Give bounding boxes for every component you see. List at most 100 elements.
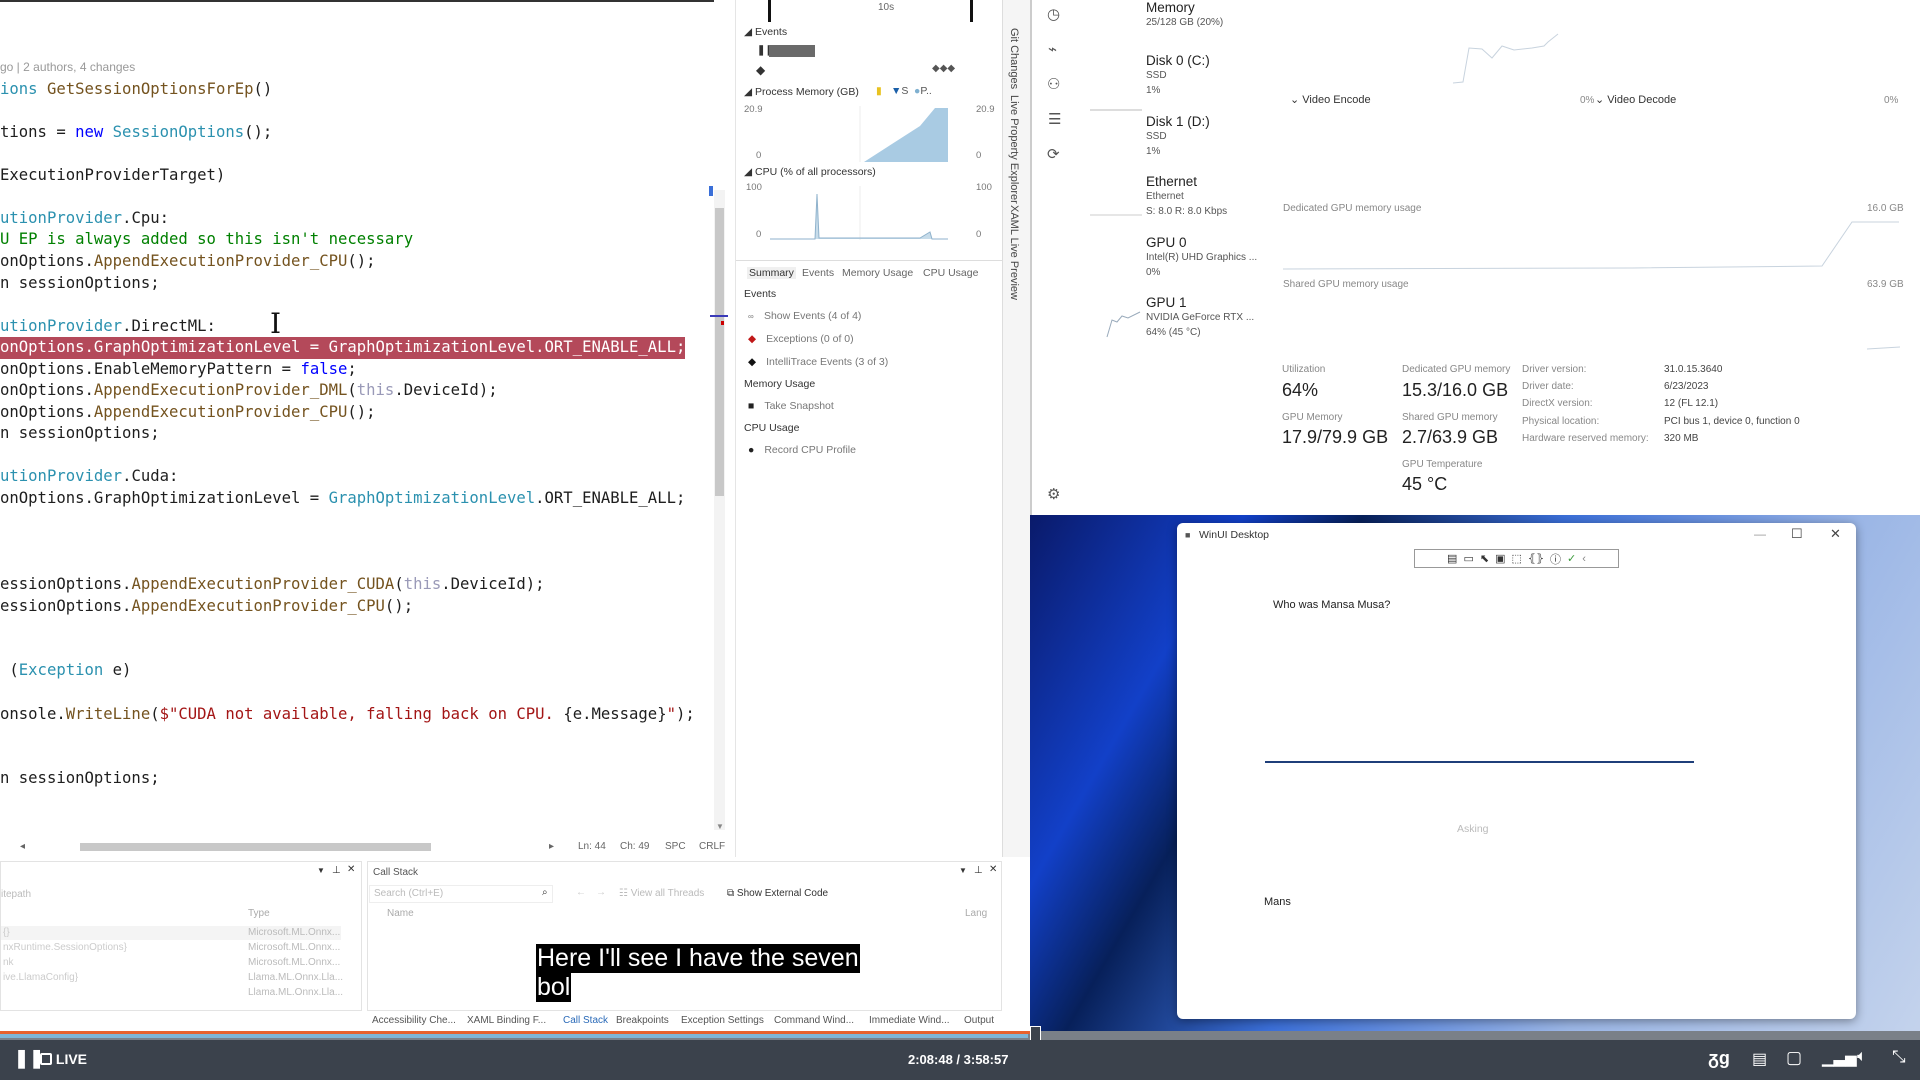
codelens-annotation[interactable]: go | 2 authors, 4 changes [0, 57, 135, 79]
tab-call-stack[interactable]: Call Stack [561, 1015, 611, 1026]
tab-events[interactable]: Events [802, 267, 834, 279]
minimize-button[interactable]: — [1754, 527, 1766, 541]
select-element-icon[interactable]: ⬉ [1480, 552, 1489, 565]
live-button[interactable]: LIVE [40, 1051, 87, 1067]
scroll-left-arrow[interactable]: ◂ [20, 841, 25, 852]
code-line-highlighted[interactable]: onOptions.GraphOptimizationLevel = Graph… [0, 337, 686, 359]
memory-header[interactable]: ◢ Process Memory (GB) [744, 86, 859, 98]
tab-git-changes[interactable]: Git Changes [1008, 28, 1020, 89]
code-line[interactable]: utionProvider.DirectML: [0, 316, 216, 338]
lang-column-header[interactable]: Lang [965, 908, 987, 919]
code-editor[interactable]: go | 2 authors, 4 changes ions GetSessio… [0, 0, 714, 857]
intellitrace-link[interactable]: ◆ IntelliTrace Events (3 of 3) [748, 356, 888, 368]
show-external-code-button[interactable]: ⧉ Show External Code [727, 888, 828, 899]
tab-breakpoints[interactable]: Breakpoints [616, 1015, 669, 1026]
volume-icon[interactable]: 🔈︎ [1857, 1048, 1867, 1066]
captions-icon[interactable]: ▢ [1786, 1048, 1802, 1068]
exceptions-link[interactable]: ◆ Exceptions (0 of 0) [748, 333, 854, 345]
tab-command-wind[interactable]: Command Wind... [774, 1015, 854, 1026]
line-number[interactable]: Ln: 44 [578, 841, 606, 852]
timeline-end-handle[interactable] [970, 0, 973, 22]
events-header[interactable]: ◢ Events [744, 26, 787, 38]
pin-icon[interactable]: ⊥ [974, 865, 983, 876]
tab-immediate-wind[interactable]: Immediate Wind... [869, 1015, 950, 1026]
locals-row[interactable]: nk Microsoft.ML.Onnx... [1, 956, 341, 970]
code-line[interactable]: tions = new SessionOptions(); [0, 122, 272, 144]
close-window-button[interactable]: ✕ [1830, 526, 1841, 542]
search-icon[interactable]: ⌕ [542, 887, 548, 898]
locals-row[interactable]: nxRuntime.SessionOptions} Microsoft.ML.On… [1, 941, 341, 955]
fullscreen-exit-icon[interactable]: ⤡ [1892, 1047, 1906, 1067]
horizontal-scroll-thumb[interactable] [80, 843, 431, 851]
code-line[interactable]: n sessionOptions; [0, 273, 160, 295]
code-line[interactable]: onOptions.EnableMemoryPattern = false; [0, 359, 357, 381]
tab-live-property-explorer[interactable]: Live Property Explorer [1008, 95, 1020, 204]
code-line[interactable]: n sessionOptions; [0, 768, 160, 790]
video-decode-label[interactable]: ⌄ Video Decode [1595, 93, 1676, 106]
pin-icon[interactable]: ⊥ [332, 865, 341, 876]
tab-xaml-live-preview[interactable]: XAML Live Preview [1008, 205, 1020, 300]
panel-menu-icon[interactable]: ▼ [317, 866, 325, 875]
back-arrow-icon[interactable]: ← [576, 887, 586, 898]
tab-xaml-binding-f[interactable]: XAML Binding F... [467, 1015, 546, 1026]
cpu-header[interactable]: ◢ CPU (% of all processors) [744, 166, 876, 178]
quality-icon[interactable]: ▁▃▅ [1822, 1049, 1857, 1067]
type-column-header[interactable]: Type [248, 908, 270, 919]
video-encode-label[interactable]: ⌄ Video Encode [1290, 93, 1371, 106]
prompt-input-underline[interactable] [1265, 761, 1694, 763]
tab-exception-settings[interactable]: Exception Settings [681, 1015, 764, 1026]
code-line[interactable]: essionOptions.AppendExecutionProvider_CP… [0, 596, 413, 618]
tab-cpu-usage[interactable]: CPU Usage [923, 267, 978, 279]
code-line[interactable]: n sessionOptions; [0, 423, 160, 445]
panel-menu-icon[interactable]: ▼ [959, 866, 967, 875]
call-stack-search-input[interactable]: Search (Ctrl+E) ⌕ [369, 885, 553, 903]
code-line[interactable]: onOptions.AppendExecutionProvider_DML(th… [0, 380, 498, 402]
code-line[interactable]: onsole.WriteLine($"CUDA not available, f… [0, 704, 695, 726]
locals-row[interactable]: {} Microsoft.ML.Onnx... [1, 926, 341, 940]
code-line[interactable]: (Exception e) [0, 660, 131, 682]
name-column-header[interactable]: Name [387, 908, 414, 919]
code-line[interactable]: U EP is always added so this isn't neces… [0, 229, 413, 251]
cpu-graph[interactable] [770, 186, 950, 240]
code-line[interactable]: ExecutionProviderTarget) [0, 165, 225, 187]
show-events-link[interactable]: ∞ Show Events (4 of 4) [748, 310, 861, 322]
maximize-button[interactable]: ☐ [1791, 526, 1803, 542]
track-focus-icon[interactable]: ⬚ [1511, 552, 1521, 565]
sign-language-icon[interactable]: ᵹg [1708, 1048, 1730, 1069]
record-video-icon[interactable]: ▭ [1463, 552, 1473, 565]
code-line[interactable]: essionOptions.AppendExecutionProvider_CU… [0, 574, 545, 596]
tab-accessibility-che[interactable]: Accessibility Che... [372, 1015, 456, 1026]
line-endings[interactable]: CRLF [699, 841, 725, 852]
locals-row[interactable]: Llama.ML.Onnx.Lla... [1, 986, 343, 1000]
check-icon[interactable]: ✓ [1567, 552, 1576, 565]
scroll-down-arrow[interactable]: ▼ [716, 822, 724, 831]
transcript-icon[interactable]: ▤ [1752, 1049, 1767, 1069]
timeline-ruler[interactable]: 10s [766, 0, 976, 22]
record-cpu-profile-button[interactable]: ● Record CPU Profile [748, 444, 856, 456]
scroll-right-arrow[interactable]: ▸ [549, 841, 554, 852]
seek-bar[interactable] [0, 1026, 1920, 1046]
forward-arrow-icon[interactable]: → [596, 887, 606, 898]
accessibility-icon[interactable]: ⓘ [1550, 551, 1561, 567]
scrollbar-thumb[interactable] [715, 208, 724, 496]
search-depth-combo[interactable]: itepath [1, 889, 31, 900]
tab-memory-usage[interactable]: Memory Usage [842, 267, 913, 279]
locals-row[interactable]: ive.LlamaConfig} Llama.ML.Onnx.Lla... [1, 971, 343, 985]
indent-mode[interactable]: SPC [665, 841, 686, 852]
editor-vertical-scrollbar[interactable]: ▼ [710, 190, 728, 831]
display-layout-adorners-icon[interactable]: ▣ [1495, 552, 1505, 565]
column-number[interactable]: Ch: 49 [620, 841, 649, 852]
code-line[interactable]: onOptions.AppendExecutionProvider_CPU(); [0, 251, 376, 273]
collapse-toolbar-icon[interactable]: ‹ [1582, 553, 1586, 565]
code-line[interactable]: onOptions.GraphOptimizationLevel = Graph… [0, 488, 685, 510]
memory-graph[interactable] [770, 106, 950, 162]
binding-failures-icon[interactable]: ⦃⦄ [1528, 552, 1544, 565]
code-line[interactable]: onOptions.AppendExecutionProvider_CPU(); [0, 402, 376, 424]
close-icon[interactable]: ✕ [989, 864, 997, 875]
take-snapshot-button[interactable]: ■ Take Snapshot [748, 400, 834, 412]
tab-summary[interactable]: Summary [747, 267, 796, 279]
tab-output[interactable]: Output [964, 1015, 994, 1026]
code-line[interactable]: ions GetSessionOptionsForEp() [0, 79, 272, 101]
view-all-threads-button[interactable]: ☷ View all Threads [619, 888, 704, 899]
close-icon[interactable]: ✕ [347, 864, 355, 875]
